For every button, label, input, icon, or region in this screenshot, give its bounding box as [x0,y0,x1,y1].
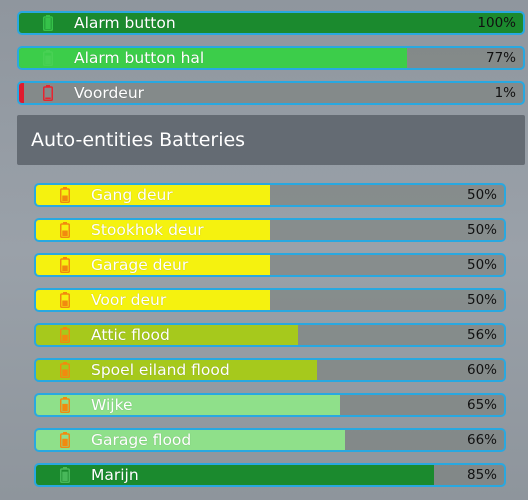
battery-percentage: 50% [466,257,497,273]
battery-name: Gang deur [91,186,173,204]
battery-percentage: 50% [466,222,497,238]
battery-bar[interactable]: Attic flood 56% [34,323,506,347]
section-header: Auto-entities Batteries [17,115,525,165]
battery-half-icon [60,397,74,413]
battery-half-icon [60,292,74,308]
battery-name: Marijn [91,466,139,484]
battery-name: Attic flood [91,326,170,344]
battery-bar[interactable]: Voor deur 50% [34,288,506,312]
battery-level-fill [19,83,25,103]
battery-percentage: 60% [466,362,497,378]
battery-bar[interactable]: Stookhok deur 50% [34,218,506,242]
battery-empty-icon [43,85,57,101]
battery-half-icon [60,222,74,238]
battery-name: Wijke [91,396,133,414]
battery-name: Spoel eiland flood [91,361,230,379]
battery-percentage: 1% [494,85,516,101]
battery-half-icon [60,432,74,448]
battery-bar[interactable]: Alarm button hal 77% [17,46,525,70]
section-title: Auto-entities Batteries [31,129,246,151]
battery-half-icon [60,327,74,343]
battery-name: Stookhok deur [91,221,204,239]
battery-name: Alarm button hal [74,49,205,67]
battery-percentage: 100% [477,15,516,31]
battery-percentage: 77% [485,50,516,66]
battery-bar[interactable]: Marijn 85% [34,463,506,487]
battery-half-icon [60,257,74,273]
battery-bar[interactable]: Voordeur 1% [17,81,525,105]
battery-bar[interactable]: Spoel eiland flood 60% [34,358,506,382]
battery-name: Voordeur [74,84,145,102]
battery-name: Alarm button [74,14,176,32]
battery-level-fill [36,395,341,415]
battery-name: Voor deur [91,291,167,309]
battery-bar[interactable]: Gang deur 50% [34,183,506,207]
battery-percentage: 50% [466,292,497,308]
battery-high-icon [60,467,74,483]
battery-high-icon [43,50,57,66]
battery-bar[interactable]: Garage flood 66% [34,428,506,452]
battery-name: Garage flood [91,431,192,449]
battery-percentage: 85% [466,467,497,483]
battery-full-icon [43,15,57,31]
battery-percentage: 50% [466,187,497,203]
battery-half-icon [60,362,74,378]
battery-percentage: 65% [466,397,497,413]
battery-bar[interactable]: Garage deur 50% [34,253,506,277]
battery-name: Garage deur [91,256,189,274]
battery-percentage: 56% [466,327,497,343]
battery-half-icon [60,187,74,203]
battery-percentage: 66% [466,432,497,448]
battery-bar[interactable]: Wijke 65% [34,393,506,417]
battery-bar[interactable]: Alarm button 100% [17,11,525,35]
